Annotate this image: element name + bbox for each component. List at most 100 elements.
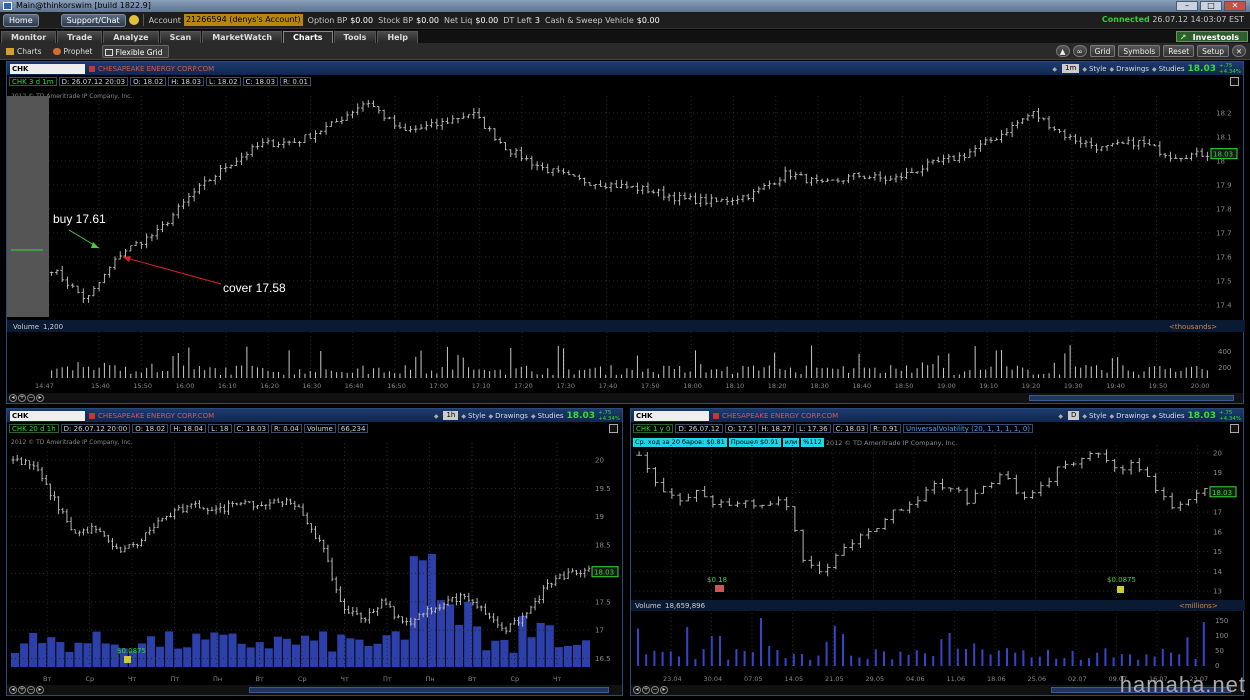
volume-bar xyxy=(850,655,853,666)
charts-icon xyxy=(6,47,14,55)
volume-bar xyxy=(228,633,237,667)
tab-charts[interactable]: Charts xyxy=(283,31,333,43)
day-axis-label: Ср xyxy=(511,675,520,683)
cover-arrow xyxy=(122,256,222,285)
cover-annotation: cover 17.58 xyxy=(223,281,286,295)
time-axis-label: 16:00 xyxy=(176,382,195,390)
close-icon[interactable]: ✕ xyxy=(1224,1,1246,11)
tab-scan[interactable]: Scan xyxy=(159,31,202,43)
volume-bar xyxy=(932,655,935,666)
maximize-icon[interactable]: □ xyxy=(1200,1,1222,11)
scroll-right-icon[interactable]: ▸ xyxy=(36,394,44,402)
home-button[interactable]: Home xyxy=(3,13,39,27)
volume-bar xyxy=(1104,648,1107,666)
volume-bar xyxy=(536,622,545,667)
volume-bar xyxy=(29,632,38,667)
smiley-icon[interactable] xyxy=(128,15,139,25)
subtab-flexible-grid[interactable]: Flexible Grid xyxy=(101,44,169,58)
tab-analyze[interactable]: Analyze xyxy=(103,31,159,43)
zoom-out-icon[interactable]: − xyxy=(651,686,659,694)
volume-bar xyxy=(899,651,902,666)
grid-button[interactable]: Grid xyxy=(1089,45,1116,57)
price-axis-label: 17.6 xyxy=(1216,253,1232,261)
price-chart-bottom-right[interactable]: 201918171615141323.0430.0407.0514.0521.0… xyxy=(631,409,1245,697)
tab-help[interactable]: Help xyxy=(377,31,419,43)
volume-bar xyxy=(1038,656,1041,666)
volume-bar xyxy=(1186,637,1189,666)
volume-bar xyxy=(653,650,656,666)
setup-button[interactable]: Setup xyxy=(1197,45,1229,57)
tab-marketwatch[interactable]: MarketWatch xyxy=(202,31,283,43)
tab-monitor[interactable]: Monitor xyxy=(1,31,57,43)
volume-bar xyxy=(1079,659,1082,666)
watermark-text: hamaha.net xyxy=(1119,672,1246,697)
time-scrollbar[interactable] xyxy=(249,687,609,693)
main-tab-bar: Monitor Trade Analyze Scan MarketWatch C… xyxy=(0,30,1250,43)
tab-tools[interactable]: Tools xyxy=(333,31,377,43)
account-selector[interactable]: 21266594 (denys's Account) xyxy=(183,14,303,26)
scroll-right-icon[interactable]: ▸ xyxy=(36,686,44,694)
investools-button[interactable]: Investools xyxy=(1175,31,1248,43)
volume-bar xyxy=(74,642,83,667)
charts-subtab-bar: Charts Prophet Flexible Grid ▲ ∞ Grid Sy… xyxy=(0,43,1250,60)
date-axis-label: 11.06 xyxy=(947,675,966,683)
chart-panel-top: CHK CHESAPEAKE ENERGY CORP.COM 1m Style … xyxy=(6,61,1245,405)
scroll-left-icon[interactable]: ◂ xyxy=(9,394,17,402)
price-axis-label: 15 xyxy=(1213,548,1222,556)
bell-icon[interactable]: ▲ xyxy=(1055,45,1070,57)
subtab-prophet[interactable]: Prophet xyxy=(51,45,98,58)
volume-bar xyxy=(572,644,581,667)
volume-bar xyxy=(11,652,20,667)
volume-bar xyxy=(355,639,364,667)
cash-value: $0.00 xyxy=(636,15,660,25)
scroll-right-icon[interactable]: ▸ xyxy=(660,686,668,694)
dividend-label: $0.0875 xyxy=(117,647,146,655)
support-chat-button[interactable]: Support/Chat xyxy=(60,13,126,27)
price-axis-label: 18.2 xyxy=(1216,109,1232,117)
scroll-left-icon[interactable]: ◂ xyxy=(633,686,641,694)
reset-button[interactable]: Reset xyxy=(1163,45,1195,57)
tab-trade[interactable]: Trade xyxy=(57,31,103,43)
volume-bar xyxy=(319,631,328,667)
zoom-in-icon[interactable]: + xyxy=(18,394,26,402)
time-axis-label: 18:50 xyxy=(895,382,914,390)
volume-bar xyxy=(156,646,165,667)
subtab-charts[interactable]: Charts xyxy=(4,45,47,58)
symbols-button[interactable]: Symbols xyxy=(1118,45,1161,57)
volume-bar xyxy=(581,640,590,667)
minimize-icon[interactable]: – xyxy=(1176,1,1198,11)
volume-bar xyxy=(1022,650,1025,666)
volume-bar xyxy=(346,638,355,667)
volume-bar xyxy=(710,636,713,666)
dt-left-value: 3 xyxy=(534,15,540,25)
day-axis-label: Пт xyxy=(171,675,180,683)
volume-bar xyxy=(500,639,509,667)
scroll-left-icon[interactable]: ◂ xyxy=(9,686,17,694)
price-chart-top[interactable]: 18.218.11817.917.817.717.617.517.414:47 1… xyxy=(7,62,1245,405)
price-axis-label: 17 xyxy=(595,627,604,635)
zoom-in-icon[interactable]: + xyxy=(18,686,26,694)
zoom-in-icon[interactable]: + xyxy=(642,686,650,694)
zoom-out-icon[interactable]: − xyxy=(27,394,35,402)
price-axis-label: 17 xyxy=(1213,509,1222,517)
volume-bar xyxy=(907,654,910,666)
volume-bar xyxy=(237,643,246,667)
price-axis-label: 17.8 xyxy=(1216,205,1232,213)
volume-bar xyxy=(637,628,639,666)
time-axis-label: 18:00 xyxy=(683,382,702,390)
volume-bar xyxy=(678,656,680,666)
close-icon[interactable]: ✕ xyxy=(1232,45,1246,57)
time-axis-label: 18:30 xyxy=(810,382,829,390)
zoom-out-icon[interactable]: − xyxy=(27,686,35,694)
time-scrollbar[interactable] xyxy=(1029,395,1234,401)
time-axis-label: 18:20 xyxy=(768,382,787,390)
chart-bottom-bar: ◂ + − ▸ xyxy=(7,393,1243,403)
date-axis-label: 29.05 xyxy=(866,675,885,683)
volume-bar xyxy=(735,649,738,666)
date-axis-label: 23.04 xyxy=(663,675,682,683)
volume-bar xyxy=(842,634,844,666)
volume-header xyxy=(7,320,1245,332)
link-icon[interactable]: ∞ xyxy=(1072,45,1087,57)
day-axis-label: Пн xyxy=(426,675,435,683)
price-chart-bottom-left[interactable]: 2019.51918.51817.51716.5ВтСрЧтПтПнВтСрЧт… xyxy=(7,409,624,697)
